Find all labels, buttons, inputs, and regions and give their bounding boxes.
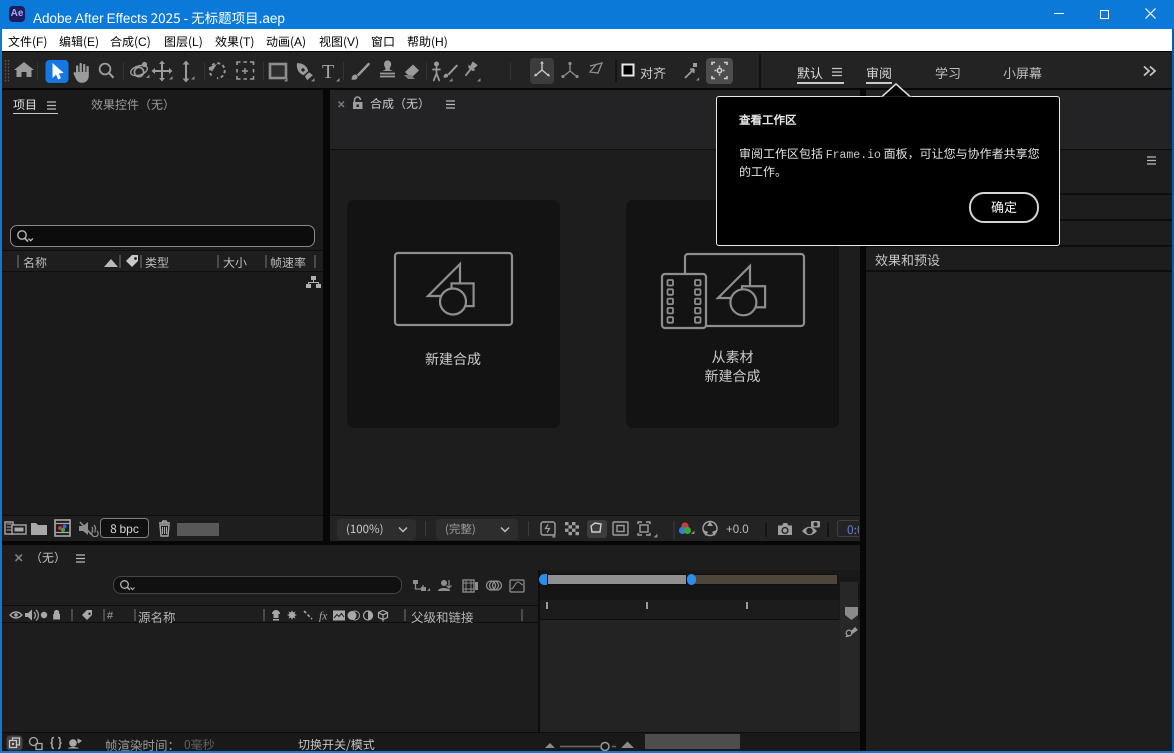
svg-text:T: T xyxy=(322,61,334,83)
svg-text:+0.0: +0.0 xyxy=(726,524,749,536)
svg-text:fx: fx xyxy=(319,611,328,623)
svg-text:#: # xyxy=(107,610,114,622)
